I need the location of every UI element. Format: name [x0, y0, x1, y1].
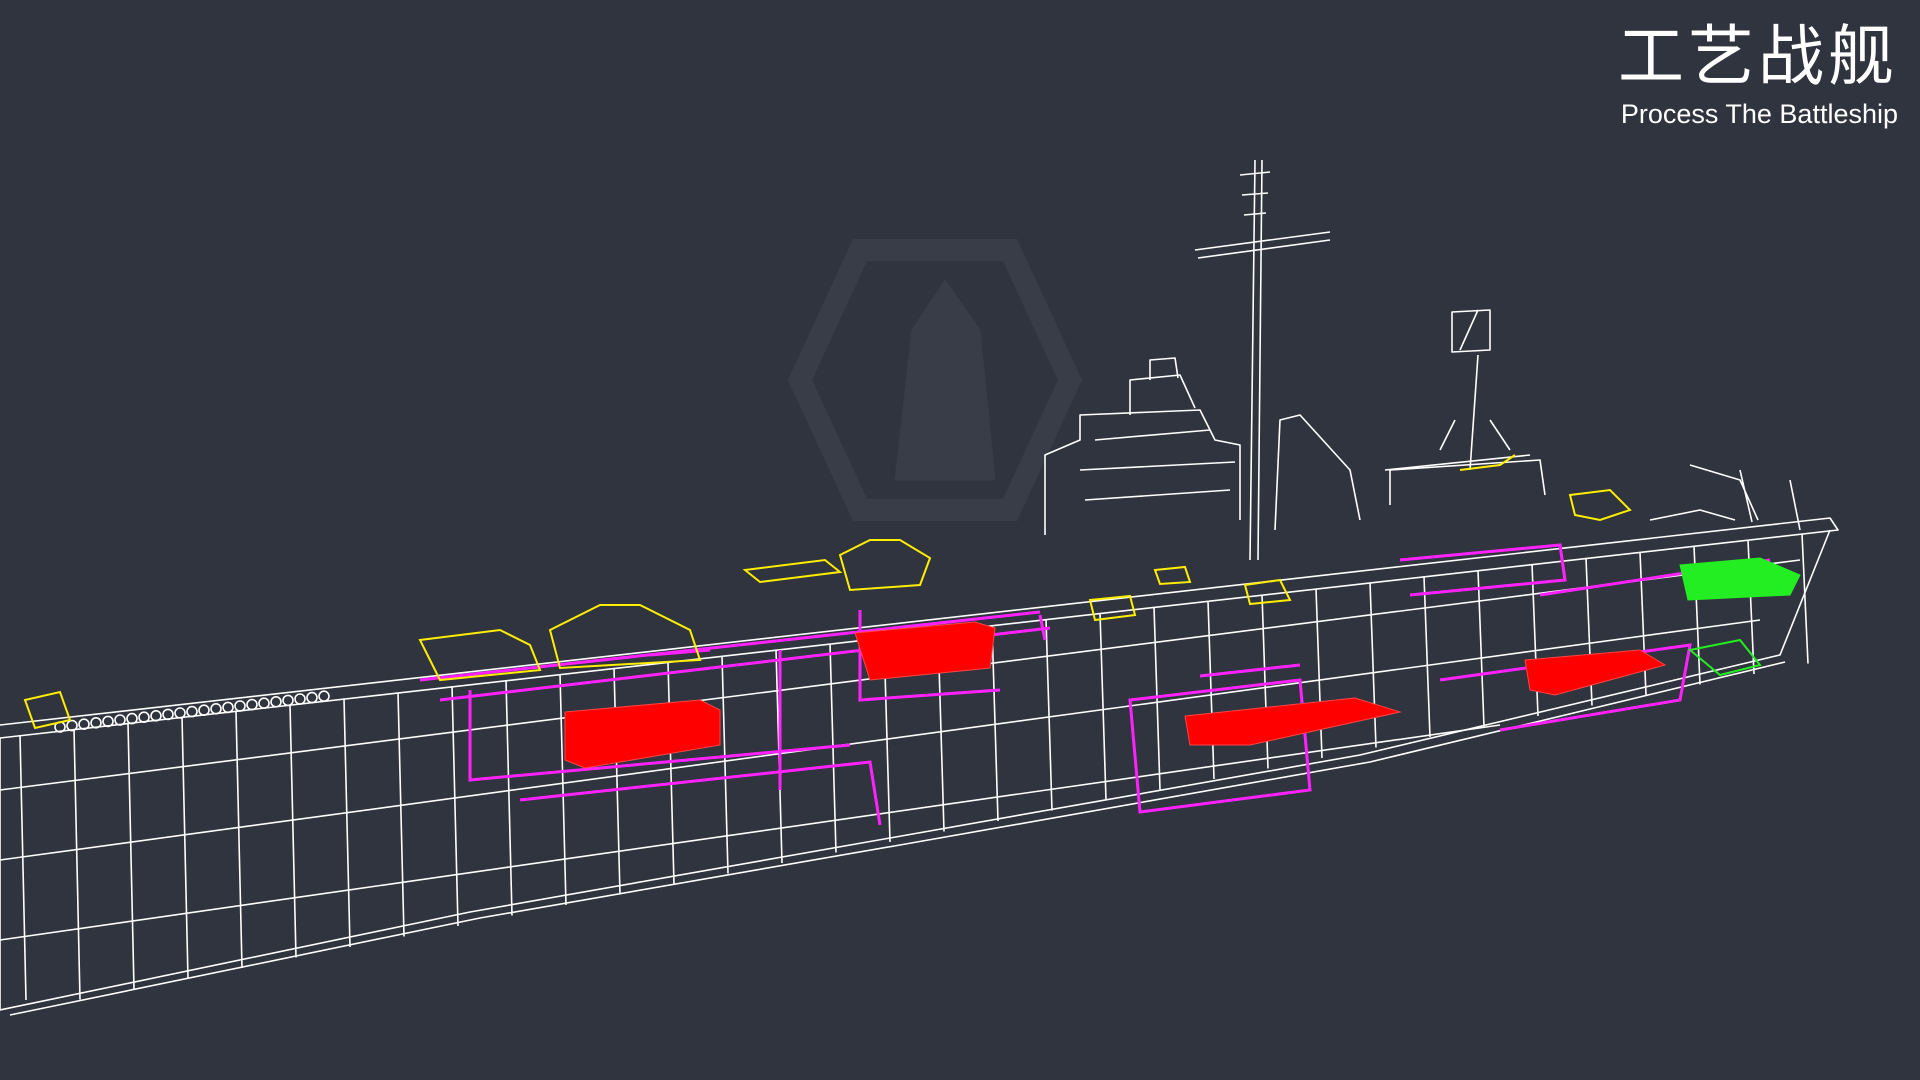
hull-wireframe [0, 159, 1839, 1016]
title-english: Process The Battleship [1620, 99, 1898, 129]
title-chinese: 工艺战舰 [1618, 18, 1898, 95]
title-block: 工艺战舰 Process The Battleship [1618, 18, 1898, 130]
lighthouse-hexagon-icon [787, 239, 1083, 521]
fuel-tanks [564, 621, 1667, 769]
stern-section [1679, 557, 1801, 677]
wireframe-viewport[interactable] [0, 0, 1920, 1080]
